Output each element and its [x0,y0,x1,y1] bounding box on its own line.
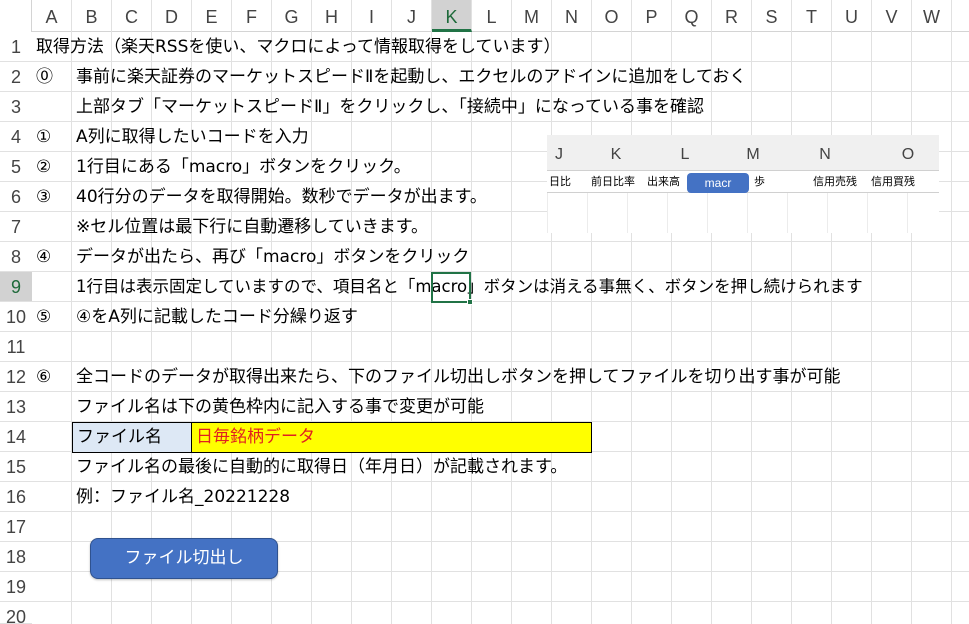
picture-label-volume: 出来高 [647,175,680,188]
column-header-t[interactable]: T [792,0,832,32]
column-header-s[interactable]: S [752,0,792,32]
picture-column-header: J K L M N O [547,135,939,171]
picture-grid [547,193,939,233]
cell-a1: 取得方法（楽天RSSを使い、マクロによって情報取得をしています） [36,37,561,57]
cell-b10: ④をA列に記載したコード分繰り返す [76,307,358,327]
row-header-16[interactable]: 16 [0,482,32,512]
step-marker-2: ② [36,157,52,177]
column-header-w[interactable]: W [912,0,952,32]
row-header-2[interactable]: 2 [0,62,32,92]
column-header-d[interactable]: D [152,0,192,32]
row-header-8[interactable]: 8 [0,242,32,272]
cell-b7: ※セル位置は最下行に自動遷移していきます。 [76,217,429,237]
row-header-13[interactable]: 13 [0,392,32,422]
column-header-j[interactable]: J [392,0,432,32]
row-header-6[interactable]: 6 [0,182,32,212]
cell-b3: 上部タブ「マーケットスピードⅡ」をクリックし、「接続中」になっている事を確認 [76,97,705,117]
cell-b2: 事前に楽天証券のマーケットスピードⅡを起動し、エクセルのアドインに追加をしておく [76,67,747,87]
picture-header-m: M [746,146,760,163]
cell-b5: 1行目にある「macro」ボタンをクリック。 [76,157,411,177]
cell-b12: 全コードのデータが取得出来たら、下のファイル切出しボタンを押してファイルを切り出… [76,367,841,387]
picture-header-k: K [610,146,622,163]
cell-b13: ファイル名は下の黄色枠内に記入する事で変更が可能 [76,397,484,417]
column-header-f[interactable]: F [232,0,272,32]
column-header-i[interactable]: I [352,0,392,32]
column-header-g[interactable]: G [272,0,312,32]
column-header-p[interactable]: P [632,0,672,32]
file-export-button[interactable]: ファイル切出し [90,538,278,579]
step-marker-3: ③ [36,187,52,207]
step-marker-1: ① [36,127,52,147]
column-header-row: A B C D E F G H I J K L M N O P Q R S T … [32,0,969,32]
row-header-19[interactable]: 19 [0,572,32,602]
row-header-9[interactable]: 9 [0,272,32,302]
filename-input-cell[interactable]: 日毎銘柄データ [191,422,592,453]
column-header-u[interactable]: U [832,0,872,32]
picture-header-j: J [555,146,563,163]
column-header-k[interactable]: K [432,0,472,32]
picture-label-change-rate: 前日比率 [591,175,635,188]
picture-header-l: L [680,146,690,163]
active-cell-k9[interactable] [431,272,473,305]
column-header-q[interactable]: Q [672,0,712,32]
column-header-l[interactable]: L [472,0,512,32]
row-header-20[interactable]: 20 [0,602,32,624]
row-header-5[interactable]: 5 [0,152,32,182]
picture-header-n: N [819,146,831,163]
picture-label-margin-buy: 信用買残 [871,175,915,188]
select-all-corner[interactable] [0,0,32,32]
row-header-12[interactable]: 12 [0,362,32,392]
cell-b8: データが出たら、再び「macro」ボタンをクリック [76,247,470,267]
filename-label-cell: ファイル名 [72,422,192,453]
column-header-e[interactable]: E [192,0,232,32]
column-header-n[interactable]: N [552,0,592,32]
picture-macro-button: macr [687,173,749,193]
row-header-11[interactable]: 11 [0,332,32,362]
row-header-14[interactable]: 14 [0,422,32,452]
row-header-10[interactable]: 10 [0,302,32,332]
step-marker-0: ⓪ [36,67,53,87]
column-header-m[interactable]: M [512,0,552,32]
step-marker-5: ⑤ [36,307,52,327]
row-header-15[interactable]: 15 [0,452,32,482]
column-header-h[interactable]: H [312,0,352,32]
picture-label-change: 日比 [549,175,571,188]
step-marker-6: ⑥ [36,367,52,387]
picture-header-o: O [901,146,915,163]
row-header-3[interactable]: 3 [0,92,32,122]
row-header-18[interactable]: 18 [0,542,32,572]
cell-b16: 例：ファイル名_20221228 [76,487,291,507]
column-header-o[interactable]: O [592,0,632,32]
row-header-7[interactable]: 7 [0,212,32,242]
column-header-v[interactable]: V [872,0,912,32]
column-header-c[interactable]: C [112,0,152,32]
step-marker-4: ④ [36,247,52,267]
row-header-17[interactable]: 17 [0,512,32,542]
column-header-a[interactable]: A [32,0,72,32]
cell-b4: A列に取得したいコードを入力 [76,127,309,147]
row-header-1[interactable]: 1 [0,32,32,62]
cell-b6: 40行分のデータを取得開始。数秒でデータが出ます。 [76,187,487,207]
column-header-r[interactable]: R [712,0,752,32]
fill-handle[interactable] [467,299,473,305]
picture-label-margin-sell: 信用売残 [813,175,857,188]
column-header-b[interactable]: B [72,0,112,32]
cell-b15: ファイル名の最後に自動的に取得日（年月日）が記載されます。 [76,457,568,477]
embedded-header-picture[interactable]: J K L M N O 日比 前日比率 出来高 歩 信用売残 信用買残 macr [547,135,939,233]
picture-label-step: 歩 [754,175,765,188]
row-header-4[interactable]: 4 [0,122,32,152]
